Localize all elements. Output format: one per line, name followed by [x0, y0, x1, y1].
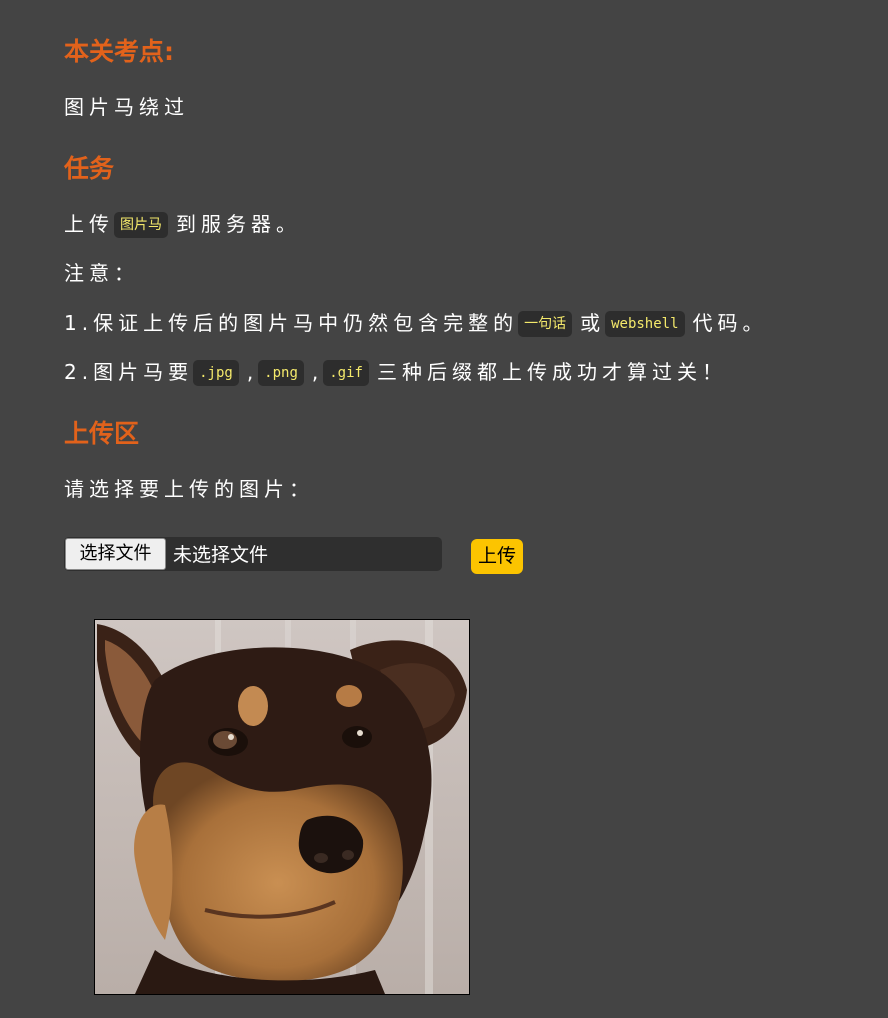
note-item-1-suffix: 代码。	[692, 311, 768, 335]
task-heading: 任务	[64, 154, 115, 183]
no-file-text: 未选择文件	[173, 544, 269, 566]
note-item-2-prefix: 2.图片马要	[64, 360, 194, 384]
code-png: .png	[258, 360, 304, 386]
choose-file-button[interactable]: 选择文件	[65, 538, 166, 570]
upload-button[interactable]: 上传	[471, 539, 523, 574]
upload-prompt: 请选择要上传的图片：	[64, 477, 314, 501]
image-preview	[94, 619, 470, 995]
points-text: 图片马绕过	[64, 95, 189, 119]
note-item-1-mid: 或	[580, 311, 606, 335]
code-jpg: .jpg	[193, 360, 239, 386]
task-line: 上传 图片马 到服务器。	[64, 210, 301, 238]
code-one-liner: 一句话	[518, 311, 573, 337]
task-line-prefix: 上传	[64, 212, 114, 236]
note-label: 注意：	[64, 261, 139, 285]
points-heading: 本关考点:	[64, 37, 174, 66]
note-item-2-sep-1: ,	[246, 360, 259, 384]
code-gif: .gif	[323, 360, 369, 386]
task-line-suffix: 到服务器。	[176, 212, 301, 236]
upload-heading: 上传区	[64, 419, 140, 448]
note-item-1-prefix: 1.保证上传后的图片马中仍然包含完整的	[64, 311, 519, 335]
file-input[interactable]: 选择文件 未选择文件	[64, 537, 442, 571]
note-item-2-suffix: 三种后缀都上传成功才算过关！	[376, 360, 727, 384]
code-image-horse: 图片马	[114, 212, 168, 238]
code-webshell: webshell	[605, 311, 685, 337]
note-item-1: 1.保证上传后的图片马中仍然包含完整的 一句话或 webshell 代码。	[64, 309, 768, 337]
note-item-2: 2.图片马要 .jpg, .png, .gif 三种后缀都上传成功才算过关！	[64, 358, 727, 386]
dog-image-icon	[95, 620, 469, 994]
note-item-2-sep-2: ,	[311, 360, 324, 384]
